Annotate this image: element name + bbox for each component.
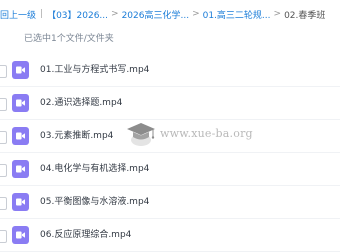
- file-name[interactable]: 05.平衡图像与水溶液.mp4: [40, 186, 149, 219]
- row-checkbox[interactable]: [0, 98, 7, 111]
- file-row[interactable]: 02.通识选择题.mp4: [0, 87, 340, 120]
- breadcrumb-item-1[interactable]: 【03】2026...: [47, 8, 108, 21]
- selection-status: 已选中1个文件/文件夹: [24, 34, 114, 44]
- video-file-icon: [12, 160, 29, 178]
- row-checkbox[interactable]: [0, 230, 7, 243]
- video-file-icon: [12, 94, 29, 112]
- breadcrumb: 回上一级 | 【03】2026... > 2026高三化学... > 01.高三…: [0, 0, 340, 28]
- breadcrumb-current: 02.春季班: [284, 10, 326, 21]
- file-name[interactable]: 02.通识选择题.mp4: [40, 87, 122, 120]
- file-name[interactable]: 04.电化学与有机选择.mp4: [40, 153, 149, 186]
- file-name[interactable]: 06.反应原理综合.mp4: [40, 219, 131, 252]
- file-row[interactable]: 05.平衡图像与水溶液.mp4: [0, 186, 340, 219]
- file-list: 01.工业与方程式书写.mp4 02.通识选择题.mp4 03.元素推断.mp4…: [0, 54, 340, 252]
- breadcrumb-item-3[interactable]: 01.高三二轮规...: [203, 8, 271, 21]
- file-row[interactable]: 01.工业与方程式书写.mp4: [0, 54, 340, 87]
- back-link[interactable]: 回上一级: [0, 8, 36, 21]
- breadcrumb-separator-icon: >: [111, 9, 119, 19]
- row-checkbox[interactable]: [0, 65, 7, 78]
- video-file-icon: [12, 193, 29, 211]
- video-file-icon: [12, 61, 29, 79]
- file-row[interactable]: 06.反应原理综合.mp4: [0, 219, 340, 252]
- file-name[interactable]: 01.工业与方程式书写.mp4: [40, 54, 149, 87]
- file-name[interactable]: 03.元素推断.mp4: [40, 120, 113, 153]
- breadcrumb-separator-icon: >: [192, 9, 200, 19]
- file-browser: 回上一级 | 【03】2026... > 2026高三化学... > 01.高三…: [0, 0, 340, 252]
- breadcrumb-item-2[interactable]: 2026高三化学...: [122, 8, 190, 21]
- file-row[interactable]: 04.电化学与有机选择.mp4: [0, 153, 340, 186]
- video-file-icon: [12, 127, 29, 145]
- video-file-icon: [12, 226, 29, 244]
- row-checkbox[interactable]: [0, 164, 7, 177]
- row-checkbox[interactable]: [0, 131, 7, 144]
- file-row[interactable]: 03.元素推断.mp4: [0, 120, 340, 153]
- breadcrumb-divider: |: [40, 9, 44, 19]
- row-checkbox[interactable]: [0, 197, 7, 210]
- breadcrumb-separator-icon: >: [273, 9, 282, 19]
